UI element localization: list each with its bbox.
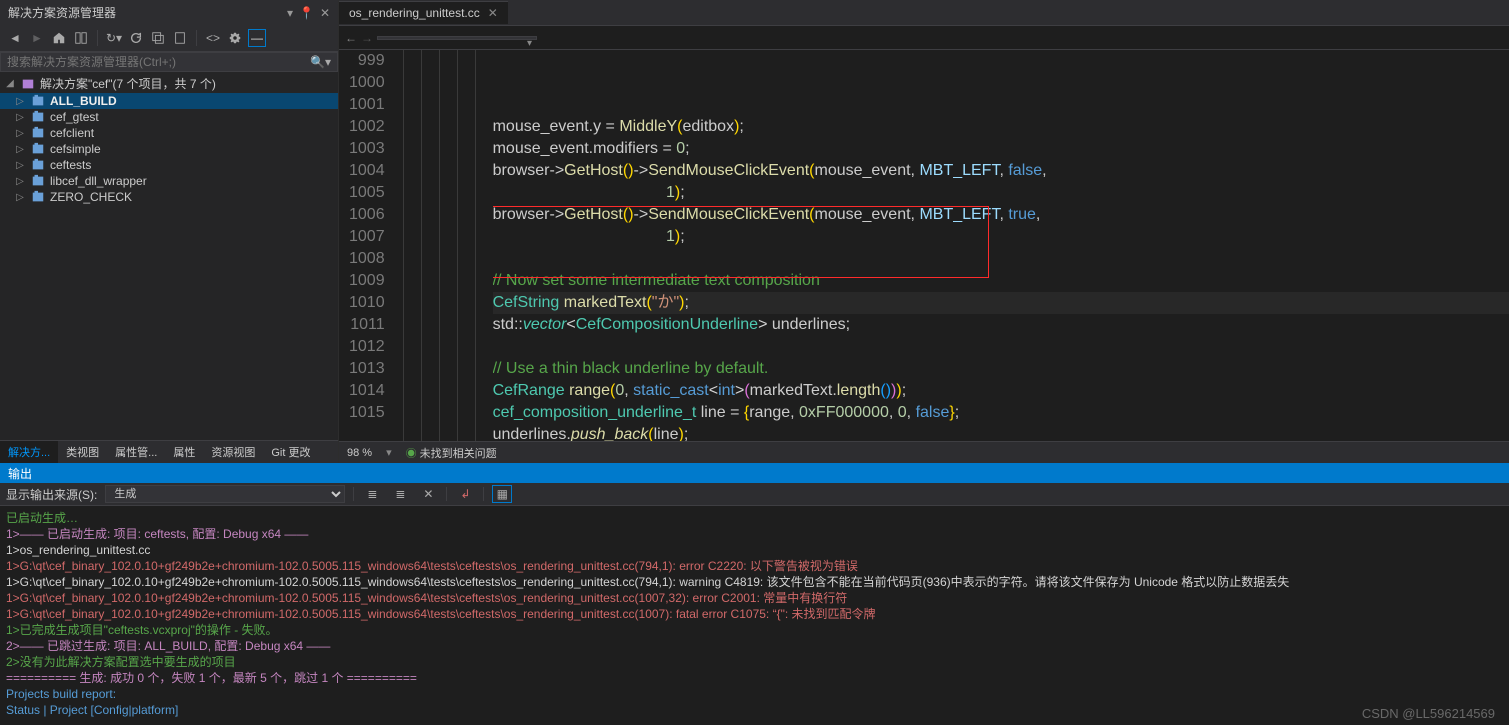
project-icon — [30, 126, 46, 140]
check-icon: ◉ — [406, 448, 417, 460]
watermark: CSDN @LL596214569 — [1362, 706, 1495, 721]
nav-fwd-icon[interactable]: → — [361, 31, 373, 45]
zoom-dropdown-icon[interactable]: ▾ — [386, 446, 392, 459]
expand-icon[interactable]: ◢ — [4, 78, 16, 89]
code-icon[interactable]: <> — [204, 29, 222, 47]
issues-indicator[interactable]: ◉ 未找到相关问题 — [406, 445, 497, 461]
solution-explorer-toolbar: ◄ ► ↻▾ <> — — [0, 25, 338, 52]
project-label: cefsimple — [50, 142, 101, 156]
dropdown-icon[interactable]: ▾ — [287, 6, 293, 20]
forward-icon[interactable]: ► — [28, 29, 46, 47]
solution-explorer-title-bar: 解决方案资源管理器 ▾ 📍 ✕ — [0, 0, 338, 25]
nav-back-icon[interactable]: ← — [345, 31, 357, 45]
project-item[interactable]: ▷ ALL_BUILD — [0, 93, 338, 109]
goto-prev-icon[interactable]: ≣ — [362, 485, 382, 503]
expand-icon[interactable]: ▷ — [14, 96, 26, 107]
project-icon — [30, 94, 46, 108]
expand-icon[interactable]: ▷ — [14, 176, 26, 187]
solution-root[interactable]: ◢ 解决方案"cef"(7 个项目，共 7 个) — [0, 74, 338, 93]
project-icon — [30, 174, 46, 188]
properties-icon[interactable] — [226, 29, 244, 47]
home-icon[interactable] — [50, 29, 68, 47]
output-toolbar: 显示输出来源(S): 生成 ≣ ≣ ✕ ↲ ▦ — [0, 483, 1509, 506]
expand-icon[interactable]: ▷ — [14, 144, 26, 155]
expand-icon[interactable]: ▷ — [14, 112, 26, 123]
project-item[interactable]: ▷ ZERO_CHECK — [0, 189, 338, 205]
sidebar-bottom-tabs: 解决方...类视图属性管...属性资源视图Git 更改 — [0, 440, 338, 463]
solution-search[interactable]: 🔍▾ — [0, 52, 338, 72]
search-icon[interactable]: 🔍▾ — [310, 55, 331, 69]
project-icon — [30, 142, 46, 156]
switch-view-icon[interactable] — [72, 29, 90, 47]
close-icon[interactable]: ✕ — [320, 6, 330, 20]
sidebar-bottom-tab[interactable]: 类视图 — [58, 441, 107, 463]
editor-breadcrumb: ← → — [339, 26, 1509, 50]
code-editor[interactable]: 9991000100110021003100410051006100710081… — [339, 50, 1509, 441]
output-title: 输出 — [0, 463, 1509, 483]
sidebar-bottom-tab[interactable]: 资源视图 — [203, 441, 263, 463]
zoom-level[interactable]: 98 % — [347, 447, 372, 459]
sync-icon[interactable]: ↻▾ — [105, 29, 123, 47]
project-item[interactable]: ▷ cefsimple — [0, 141, 338, 157]
project-label: ZERO_CHECK — [50, 190, 132, 204]
tab-label: os_rendering_unittest.cc — [349, 6, 480, 20]
solution-tree: ◢ 解决方案"cef"(7 个项目，共 7 个) ▷ ALL_BUILD ▷ cef_… — [0, 72, 338, 440]
editor-status-bar: 98 % ▾ ◉ 未找到相关问题 — [339, 441, 1509, 463]
sidebar-bottom-tab[interactable]: 属性 — [165, 441, 203, 463]
project-item[interactable]: ▷ libcef_dll_wrapper — [0, 173, 338, 189]
sidebar-bottom-tab[interactable]: Git 更改 — [263, 441, 318, 463]
project-label: ALL_BUILD — [50, 94, 117, 108]
solution-search-input[interactable] — [7, 55, 310, 69]
expand-icon[interactable]: ▷ — [14, 192, 26, 203]
goto-next-icon[interactable]: ≣ — [390, 485, 410, 503]
pin-icon[interactable]: 📍 — [299, 6, 314, 20]
solution-icon — [20, 77, 36, 91]
show-all-files-icon[interactable] — [171, 29, 189, 47]
output-source-label: 显示输出来源(S): — [6, 486, 97, 503]
scope-selector[interactable] — [377, 36, 537, 40]
editor-area: os_rendering_unittest.cc ✕ ← → 999100010… — [339, 0, 1509, 463]
expand-icon[interactable]: ▷ — [14, 128, 26, 139]
project-label: cef_gtest — [50, 110, 99, 124]
editor-tab[interactable]: os_rendering_unittest.cc ✕ — [339, 1, 508, 24]
solution-label: 解决方案"cef"(7 个项目，共 7 个) — [40, 75, 216, 92]
preview-toggle-icon[interactable]: — — [248, 29, 266, 47]
output-panel: 输出 显示输出来源(S): 生成 ≣ ≣ ✕ ↲ ▦ 已启动生成…1>—— 已启… — [0, 463, 1509, 725]
project-item[interactable]: ▷ ceftests — [0, 157, 338, 173]
project-icon — [30, 110, 46, 124]
refresh-icon[interactable] — [127, 29, 145, 47]
word-wrap-icon[interactable]: ↲ — [455, 485, 475, 503]
close-tab-icon[interactable]: ✕ — [488, 6, 498, 20]
project-item[interactable]: ▷ cefclient — [0, 125, 338, 141]
clear-icon[interactable]: ✕ — [418, 485, 438, 503]
back-icon[interactable]: ◄ — [6, 29, 24, 47]
project-label: ceftests — [50, 158, 91, 172]
sidebar-bottom-tab[interactable]: 解决方... — [0, 441, 58, 463]
project-icon — [30, 158, 46, 172]
line-gutter: 9991000100110021003100410051006100710081… — [339, 50, 403, 441]
collapse-all-icon[interactable] — [149, 29, 167, 47]
project-icon — [30, 190, 46, 204]
editor-tab-bar: os_rendering_unittest.cc ✕ — [339, 0, 1509, 26]
project-item[interactable]: ▷ cef_gtest — [0, 109, 338, 125]
expand-icon[interactable]: ▷ — [14, 160, 26, 171]
sidebar-bottom-tab[interactable]: 属性管... — [107, 441, 165, 463]
output-body[interactable]: 已启动生成…1>—— 已启动生成: 项目: ceftests, 配置: Debu… — [0, 506, 1509, 725]
solution-explorer: 解决方案资源管理器 ▾ 📍 ✕ ◄ ► ↻▾ <> — 🔍▾ — [0, 0, 339, 463]
code-body[interactable]: mouse_event.y = MiddleY(editbox);mouse_e… — [493, 50, 1509, 441]
project-label: libcef_dll_wrapper — [50, 174, 147, 188]
solution-explorer-title: 解决方案资源管理器 — [8, 4, 116, 21]
autoscroll-icon[interactable]: ▦ — [492, 485, 512, 503]
output-source-select[interactable]: 生成 — [105, 485, 345, 503]
project-label: cefclient — [50, 126, 94, 140]
